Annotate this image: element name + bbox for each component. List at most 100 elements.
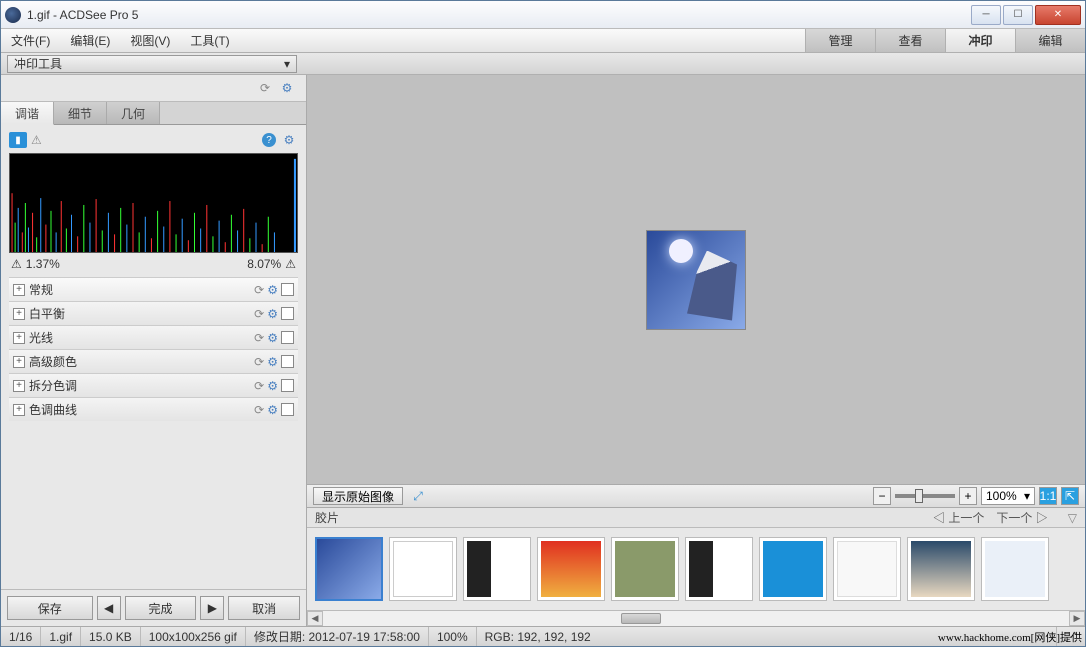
checkbox[interactable]	[281, 283, 294, 296]
save-button[interactable]: 保存	[7, 596, 93, 620]
mode-develop[interactable]: 冲印	[945, 29, 1015, 52]
chevron-down-icon: ▾	[1024, 489, 1030, 503]
expand-icon[interactable]: +	[13, 308, 25, 320]
filmstrip-collapse-icon[interactable]: ▽	[1068, 511, 1077, 525]
histogram-gear-icon[interactable]: ⚙	[280, 131, 298, 149]
section-white-balance[interactable]: + 白平衡 ⟳⚙	[9, 301, 298, 325]
checkbox[interactable]	[281, 355, 294, 368]
thumbnail[interactable]	[833, 537, 901, 601]
checkbox[interactable]	[281, 331, 294, 344]
menu-tools[interactable]: 工具(T)	[180, 29, 239, 52]
main-area: ⟳ ⚙ 调谐 细节 几何 ▮ ⚠ ? ⚙	[1, 75, 1085, 626]
cancel-button[interactable]: 取消	[228, 596, 300, 620]
mode-view[interactable]: 查看	[875, 29, 945, 52]
menu-view[interactable]: 视图(V)	[120, 29, 180, 52]
histogram-footer: ⚠1.37% 8.07%⚠	[9, 255, 298, 277]
close-button[interactable]: ✕	[1035, 5, 1081, 25]
thumbnail[interactable]	[611, 537, 679, 601]
expand-icon[interactable]: +	[13, 380, 25, 392]
develop-tools-dropdown[interactable]: 冲印工具 ▾	[7, 55, 297, 73]
gear-icon[interactable]: ⚙	[267, 307, 278, 321]
mode-manage[interactable]: 管理	[805, 29, 875, 52]
expand-icon[interactable]: +	[13, 356, 25, 368]
section-lighting[interactable]: + 光线 ⟳⚙	[9, 325, 298, 349]
tab-detail[interactable]: 细节	[54, 102, 107, 124]
gear-icon[interactable]: ⚙	[267, 331, 278, 345]
reset-icon[interactable]: ⟳	[254, 379, 264, 393]
thumbnail[interactable]	[537, 537, 605, 601]
scroll-left-icon[interactable]: ◀	[307, 611, 323, 626]
checkbox[interactable]	[281, 379, 294, 392]
done-button[interactable]: 完成	[125, 596, 197, 620]
histogram-icon[interactable]: ▮	[9, 132, 27, 148]
reset-icon[interactable]: ⟳	[254, 283, 264, 297]
menubar: 文件(F) 编辑(E) 视图(V) 工具(T) 管理 查看 冲印 编辑	[1, 29, 1085, 53]
scroll-right-icon[interactable]: ▶	[1069, 611, 1085, 626]
image-canvas[interactable]	[307, 75, 1085, 484]
section-general[interactable]: + 常规 ⟳⚙	[9, 277, 298, 301]
gear-icon[interactable]: ⚙	[267, 355, 278, 369]
filmstrip-next[interactable]: 下一个 ▷	[996, 509, 1047, 526]
tab-geometry[interactable]: 几何	[107, 102, 160, 124]
filmstrip-scrollbar[interactable]: ◀ ▶	[307, 610, 1085, 626]
sidebar-buttons: 保存 ◀ 完成 ▶ 取消	[1, 589, 306, 626]
menu-file[interactable]: 文件(F)	[1, 29, 60, 52]
zoom-slider[interactable]	[895, 494, 955, 498]
window-controls: ─ ☐ ✕	[971, 5, 1081, 25]
section-advanced-color[interactable]: + 高级颜色 ⟳⚙	[9, 349, 298, 373]
sidebar-top-icons: ⟳ ⚙	[1, 75, 306, 101]
warning-icon[interactable]: ⚠	[31, 133, 42, 147]
thumbnail[interactable]	[315, 537, 383, 601]
reset-icon[interactable]: ⟳	[254, 331, 264, 345]
actual-size-button[interactable]: ⇱	[1061, 487, 1079, 505]
tab-tune[interactable]: 调谐	[1, 102, 54, 125]
expand-icon[interactable]: +	[13, 332, 25, 344]
zoom-percent-dropdown[interactable]: 100%▾	[981, 487, 1035, 505]
reset-icon[interactable]: ⟳	[254, 403, 264, 417]
thumbnail[interactable]	[389, 537, 457, 601]
expand-icon[interactable]: +	[13, 284, 25, 296]
prev-image-button[interactable]: ◀	[97, 596, 121, 620]
watermark: www.hackhome.com[网侠]提供	[938, 629, 1082, 645]
mode-edit[interactable]: 编辑	[1015, 29, 1085, 52]
thumbnail[interactable]	[981, 537, 1049, 601]
maximize-button[interactable]: ☐	[1003, 5, 1033, 25]
reset-icon[interactable]: ⟳	[254, 355, 264, 369]
filmstrip-prev[interactable]: ◁ 上一个	[933, 509, 984, 526]
zoom-out-button[interactable]: −	[873, 487, 891, 505]
section-split-tone[interactable]: + 拆分色调 ⟳⚙	[9, 373, 298, 397]
status-index: 1/16	[1, 627, 41, 646]
gear-icon[interactable]: ⚙	[267, 403, 278, 417]
scroll-thumb[interactable]	[621, 613, 661, 624]
develop-inner-tabs: 调谐 细节 几何	[1, 101, 306, 125]
clip-high-value: 8.07%	[247, 257, 281, 271]
crop-icon[interactable]: ⤢	[409, 487, 427, 505]
thumbnail[interactable]	[907, 537, 975, 601]
show-original-button[interactable]: 显示原始图像	[313, 487, 403, 505]
expand-icon[interactable]: +	[13, 404, 25, 416]
checkbox[interactable]	[281, 307, 294, 320]
thumbnail[interactable]	[759, 537, 827, 601]
app-window: 1.gif - ACDSee Pro 5 ─ ☐ ✕ 文件(F) 编辑(E) 视…	[0, 0, 1086, 647]
fit-button[interactable]: 1:1	[1039, 487, 1057, 505]
statusbar: 1/16 1.gif 15.0 KB 100x100x256 gif 修改日期:…	[1, 626, 1085, 646]
tune-panel: ▮ ⚠ ? ⚙	[1, 125, 306, 589]
checkbox[interactable]	[281, 403, 294, 416]
section-tone-curve[interactable]: + 色调曲线 ⟳⚙	[9, 397, 298, 421]
next-image-button[interactable]: ▶	[200, 596, 224, 620]
clip-high-icon: ⚠	[285, 257, 296, 271]
gear-icon[interactable]: ⚙	[278, 79, 296, 97]
thumbnail[interactable]	[685, 537, 753, 601]
gear-icon[interactable]: ⚙	[267, 283, 278, 297]
minimize-button[interactable]: ─	[971, 5, 1001, 25]
thumbnail[interactable]	[463, 537, 531, 601]
toolstrip: 冲印工具 ▾	[1, 53, 1085, 75]
help-icon[interactable]: ?	[262, 133, 276, 147]
menu-edit[interactable]: 编辑(E)	[60, 29, 120, 52]
reset-icon[interactable]: ⟳	[254, 307, 264, 321]
gear-icon[interactable]: ⚙	[267, 379, 278, 393]
status-modified: 修改日期: 2012-07-19 17:58:00	[246, 627, 429, 646]
zoom-in-button[interactable]: +	[959, 487, 977, 505]
dropdown-label: 冲印工具	[14, 55, 62, 72]
refresh-icon[interactable]: ⟳	[256, 79, 274, 97]
